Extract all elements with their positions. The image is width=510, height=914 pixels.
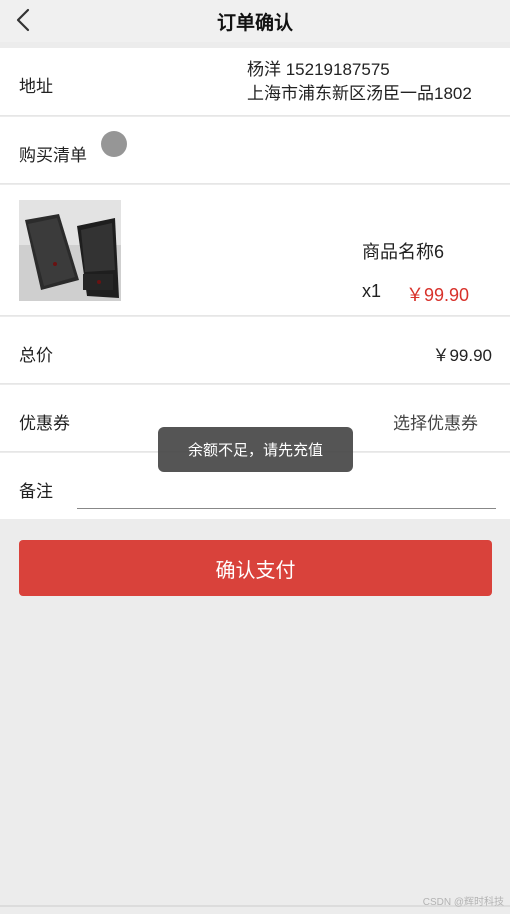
cart-row: 购买清单 bbox=[0, 117, 510, 184]
toast-message: 余额不足，请先充值 bbox=[158, 427, 353, 472]
back-button[interactable] bbox=[8, 4, 38, 36]
address-block: 杨洋 15219187575 上海市浦东新区汤臣一品1802 bbox=[247, 58, 472, 106]
chevron-left-icon bbox=[16, 8, 30, 32]
product-name: 商品名称6 bbox=[362, 242, 445, 262]
address-name-phone: 杨洋 15219187575 bbox=[247, 60, 390, 79]
touch-indicator bbox=[101, 131, 127, 157]
remark-input[interactable] bbox=[77, 474, 496, 509]
coupon-label: 优惠券 bbox=[19, 414, 70, 433]
total-value: ￥99.90 bbox=[432, 346, 492, 365]
order-confirm-page: 订单确认 地址 杨洋 15219187575 上海市浦东新区汤臣一品1802 购… bbox=[0, 0, 510, 914]
total-label: 总价 bbox=[19, 346, 53, 365]
confirm-pay-button[interactable]: 确认支付 bbox=[19, 540, 492, 596]
product-image bbox=[19, 200, 121, 301]
address-label: 地址 bbox=[19, 77, 53, 96]
product-qty: x1 bbox=[362, 281, 382, 301]
header-bar: 订单确认 bbox=[0, 0, 510, 42]
watermark: CSDN @辉时科技 bbox=[422, 897, 504, 908]
select-coupon-button[interactable]: 选择优惠券 bbox=[393, 409, 478, 434]
laptop-photo bbox=[19, 200, 121, 301]
cart-label: 购买清单 bbox=[19, 146, 87, 165]
remark-label: 备注 bbox=[19, 482, 53, 501]
product-price: ￥99.90 bbox=[406, 285, 470, 305]
page-title: 订单确认 bbox=[216, 12, 293, 34]
address-detail: 上海市浦东新区汤臣一品1802 bbox=[247, 84, 472, 103]
